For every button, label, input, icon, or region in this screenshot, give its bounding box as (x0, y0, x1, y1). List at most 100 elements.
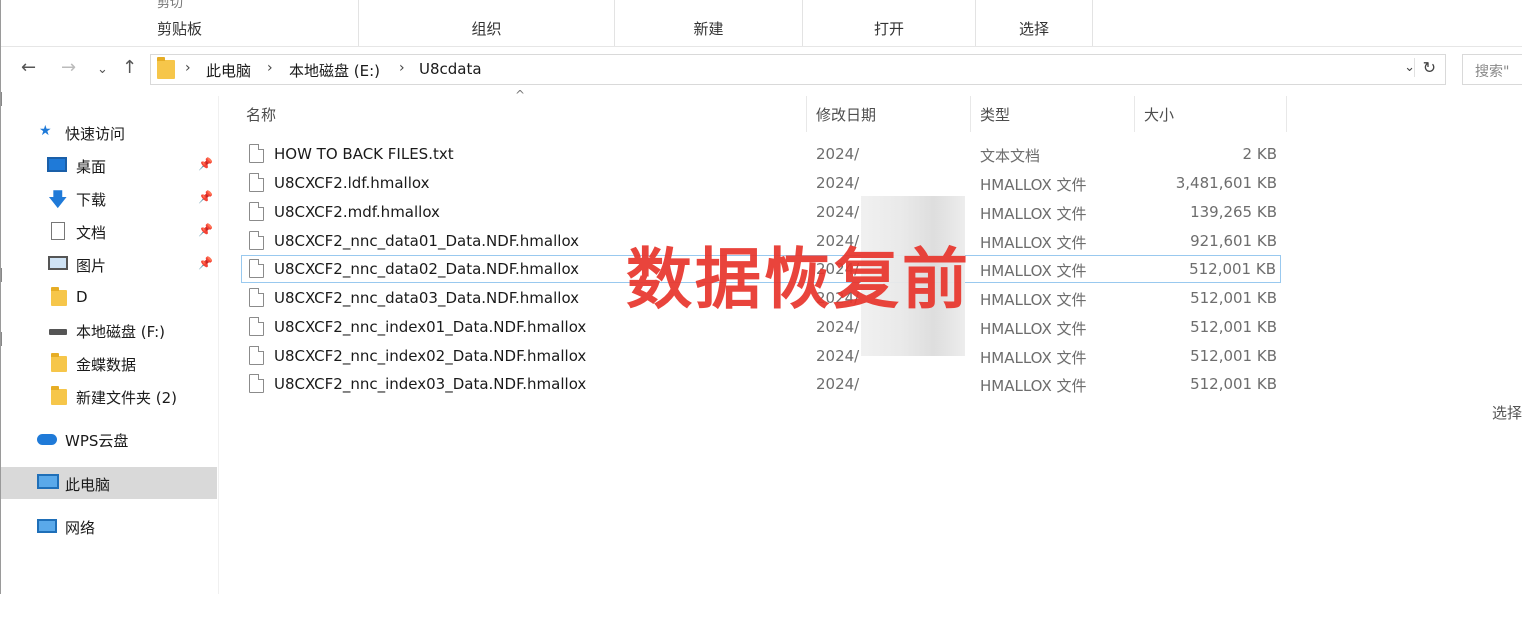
pin-icon[interactable]: 📌 (198, 157, 213, 171)
folder-icon (51, 353, 67, 372)
pictures-icon (48, 256, 68, 270)
sidebar-item-label: WPS云盘 (65, 432, 129, 450)
ribbon-group-open: 打开 (803, 0, 976, 46)
sidebar-item-downloads[interactable]: 🡇 下载 📌 (1, 183, 217, 213)
recent-locations-chevron-icon[interactable]: ⌄ (97, 60, 108, 80)
file-size: 512,001 KB (1190, 347, 1277, 365)
cloud-icon (37, 434, 57, 445)
file-type: HMALLOX 文件 (980, 377, 1087, 395)
details-pane-hint: 选择 (1492, 404, 1522, 422)
column-header-type[interactable]: 类型 (971, 96, 1135, 132)
file-icon (249, 288, 264, 307)
column-header-label: 类型 (980, 106, 1011, 124)
window-edge-mark (1, 92, 5, 106)
file-type: HMALLOX 文件 (980, 176, 1087, 194)
column-header-label: 名称 (246, 106, 277, 124)
column-header-label: 修改日期 (816, 106, 877, 124)
file-icon (249, 374, 264, 393)
file-size: 512,001 KB (1189, 260, 1276, 278)
breadcrumb-u8cdata[interactable]: U8cdata (419, 60, 482, 78)
file-date: 2024/ (816, 203, 860, 221)
breadcrumb-separator[interactable]: › (267, 60, 273, 76)
file-date: 2024/ (816, 174, 860, 192)
ribbon-group-label: 剪贴板 (156, 20, 202, 38)
breadcrumb-separator[interactable]: › (185, 60, 191, 76)
sidebar-item-kingdee-data[interactable]: 金蝶数据 (1, 348, 217, 378)
sidebar-item-label: 桌面 (76, 158, 107, 176)
file-size: 512,001 KB (1190, 318, 1277, 336)
ribbon-group-clipboard: 剪贴板 (1, 0, 359, 46)
document-icon (51, 222, 65, 240)
sidebar-item-pictures[interactable]: 图片 📌 (1, 249, 217, 279)
star-icon: ★ (39, 123, 52, 139)
file-name: U8CXCF2_nnc_index01_Data.NDF.hmallox (274, 318, 587, 336)
file-type: HMALLOX 文件 (980, 291, 1087, 309)
file-row[interactable]: U8CXCF2.ldf.hmallox 2024/ HMALLOX 文件 3,4… (241, 169, 1281, 197)
computer-icon (37, 474, 59, 489)
file-type: 文本文档 (980, 147, 1041, 165)
ribbon-group-new: 新建 (615, 0, 803, 46)
sidebar-item-desktop[interactable]: 桌面 📌 (1, 150, 217, 180)
sidebar-item-local-disk-f[interactable]: 本地磁盘 (F:) (1, 315, 217, 345)
file-date: 2024/ (816, 375, 860, 393)
file-icon (249, 346, 264, 365)
sidebar-item-network[interactable]: 网络 (1, 511, 217, 541)
sidebar-item-wps-cloud[interactable]: WPS云盘 (1, 424, 217, 454)
explorer-window: 剪切 剪贴板 组织 新建 打开 选择 ← → ⌄ ↑ › 此电脑 › 本地磁盘 … (0, 0, 1522, 594)
file-name: U8CXCF2.mdf.hmallox (274, 203, 440, 221)
text-file-icon (249, 144, 264, 163)
breadcrumb-this-pc[interactable]: 此电脑 (206, 60, 251, 81)
navigation-pane: ★ 快速访问 桌面 📌 🡇 下载 📌 文档 📌 图片 📌 D 本地磁盘 (F:)… (1, 96, 219, 594)
ribbon-group-label: 新建 (693, 20, 724, 38)
ribbon: 剪切 剪贴板 组织 新建 打开 选择 (1, 0, 1522, 47)
ribbon-group-label: 组织 (471, 20, 502, 38)
address-bar[interactable]: › 此电脑 › 本地磁盘 (E:) › U8cdata ⌄ ↻ (150, 54, 1446, 85)
pin-icon[interactable]: 📌 (198, 190, 213, 204)
refresh-icon[interactable]: ↻ (1413, 58, 1436, 77)
file-icon (249, 317, 264, 336)
sidebar-item-label: 网络 (65, 519, 96, 537)
file-row[interactable]: U8CXCF2.mdf.hmallox 2024/ HMALLOX 文件 139… (241, 198, 1281, 226)
file-icon (249, 173, 264, 192)
column-headers: 名称 修改日期 类型 大小 (237, 96, 1287, 132)
desktop-icon (47, 157, 67, 172)
file-row[interactable]: HOW TO BACK FILES.txt 2024/ 文本文档 2 KB (241, 140, 1281, 168)
column-header-name[interactable]: 名称 (237, 96, 807, 132)
folder-icon (157, 57, 175, 79)
folder-icon (51, 287, 67, 306)
column-header-size[interactable]: 大小 (1135, 96, 1287, 132)
file-size: 921,601 KB (1190, 232, 1277, 250)
file-size: 3,481,601 KB (1175, 174, 1277, 192)
pin-icon[interactable]: 📌 (198, 223, 213, 237)
ribbon-group-select: 选择 (976, 0, 1093, 46)
file-size: 139,265 KB (1190, 203, 1277, 221)
file-row[interactable]: U8CXCF2_nnc_index03_Data.NDF.hmallox 202… (241, 370, 1281, 398)
file-size: 2 KB (1242, 145, 1277, 163)
forward-arrow-icon[interactable]: → (61, 58, 76, 78)
download-arrow-icon: 🡇 (48, 189, 68, 211)
sidebar-item-new-folder-2[interactable]: 新建文件夹 (2) (1, 381, 217, 411)
sidebar-item-quick-access[interactable]: ★ 快速访问 (1, 117, 217, 147)
file-type: HMALLOX 文件 (980, 320, 1087, 338)
file-row[interactable]: U8CXCF2_nnc_index02_Data.NDF.hmallox 202… (241, 342, 1281, 370)
column-header-label: 大小 (1144, 106, 1175, 124)
sidebar-item-this-pc[interactable]: 此电脑 (1, 467, 217, 499)
pin-icon[interactable]: 📌 (198, 256, 213, 270)
breadcrumb-separator[interactable]: › (399, 60, 405, 76)
sidebar-item-d[interactable]: D (1, 282, 217, 312)
file-name: U8CXCF2_nnc_data01_Data.NDF.hmallox (274, 232, 580, 250)
sidebar-item-label: D (76, 288, 88, 306)
file-name: U8CXCF2_nnc_index03_Data.NDF.hmallox (274, 375, 587, 393)
sidebar-item-label: 文档 (76, 224, 107, 242)
folder-icon (51, 386, 67, 405)
back-arrow-icon[interactable]: ← (21, 58, 36, 78)
sidebar-item-documents[interactable]: 文档 📌 (1, 216, 217, 246)
breadcrumb-local-disk-e[interactable]: 本地磁盘 (E:) (289, 60, 380, 81)
file-date: 2024/ (816, 347, 860, 365)
up-arrow-icon[interactable]: ↑ (122, 58, 137, 78)
file-name: U8CXCF2_nnc_data02_Data.NDF.hmallox (274, 260, 580, 278)
search-input[interactable]: 搜索" (1462, 54, 1522, 85)
file-type: HMALLOX 文件 (980, 234, 1087, 252)
file-name: U8CXCF2.ldf.hmallox (274, 174, 430, 192)
column-header-date[interactable]: 修改日期 (807, 96, 971, 132)
